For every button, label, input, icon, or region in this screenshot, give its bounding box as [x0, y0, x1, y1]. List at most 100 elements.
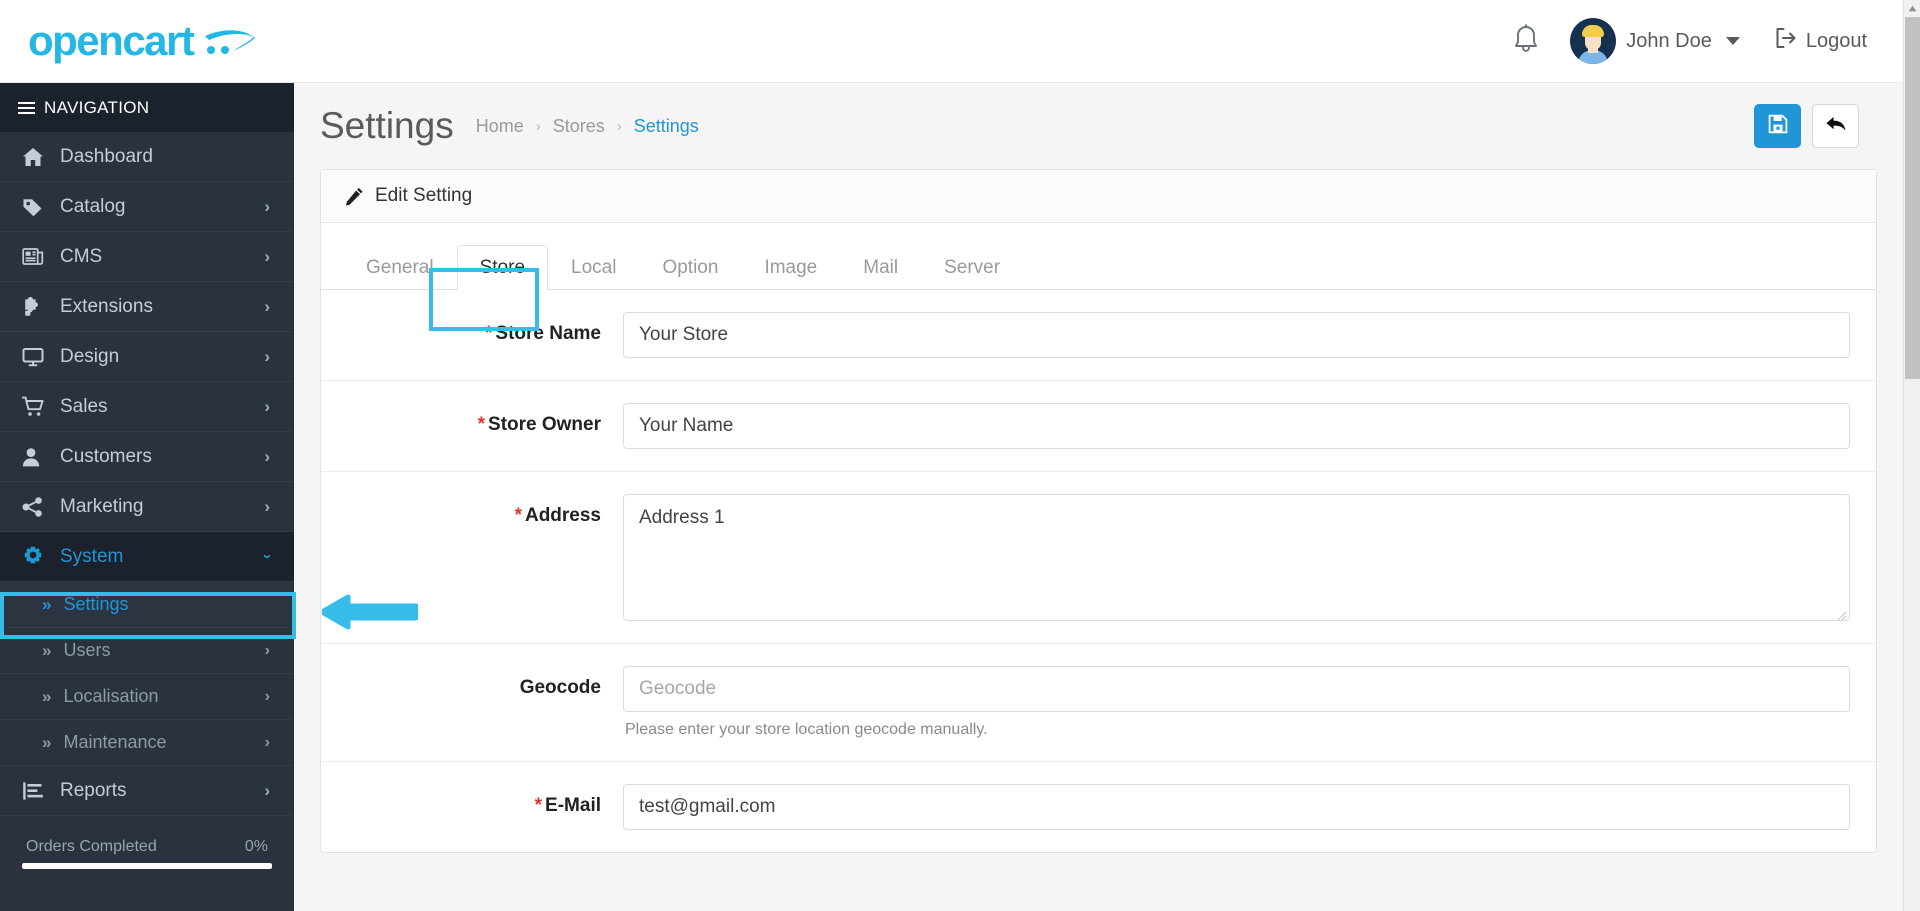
logout-label: Logout — [1805, 29, 1867, 52]
required-asterisk: * — [477, 413, 486, 435]
chevron-right-icon: › — [264, 733, 270, 751]
sidebar-item-settings[interactable]: » Settings — [0, 582, 294, 628]
label-store-name: * Store Name — [321, 312, 623, 345]
sidebar-item-users[interactable]: » Users › — [0, 628, 294, 674]
back-button[interactable] — [1812, 104, 1859, 148]
orders-completed-value: 0% — [244, 838, 268, 855]
angles-right-icon: » — [42, 732, 52, 752]
store-owner-input[interactable]: Your Name — [623, 402, 1850, 449]
chevron-right-icon: › — [264, 196, 270, 216]
sidebar-item-sales[interactable]: Sales › — [0, 382, 294, 432]
gear-icon — [22, 546, 52, 568]
label-text: E-Mail — [545, 794, 601, 816]
user-name-label: John Doe — [1626, 29, 1712, 52]
logo-wordmark: opencart — [28, 17, 195, 64]
chevron-right-icon: › — [264, 446, 270, 466]
sidebar-item-system[interactable]: System › — [0, 532, 294, 582]
breadcrumb-separator-icon: › — [535, 117, 541, 135]
email-input[interactable]: test@gmail.com — [623, 783, 1850, 830]
address-textarea[interactable]: Address 1 — [623, 493, 1850, 621]
breadcrumb-item-settings[interactable]: Settings — [634, 116, 699, 137]
page-scrollbar[interactable] — [1903, 0, 1920, 911]
avatar — [1570, 18, 1617, 64]
chart-bar-icon — [22, 781, 52, 801]
logout-button[interactable]: Logout — [1774, 27, 1867, 55]
sidebar-item-label: Catalog — [60, 195, 126, 217]
chevron-down-icon — [1725, 37, 1740, 45]
save-button[interactable] — [1754, 104, 1801, 148]
navigation-title: NAVIGATION — [44, 97, 150, 117]
form-row-store-owner: * Store Owner Your Name — [321, 381, 1876, 472]
sidebar-item-reports[interactable]: Reports › — [0, 766, 294, 816]
sidebar-item-label: Marketing — [60, 495, 144, 517]
store-name-input[interactable]: Your Store — [623, 311, 1850, 358]
breadcrumb-item-stores[interactable]: Stores — [553, 116, 605, 137]
tab-mail[interactable]: Mail — [840, 245, 921, 290]
sidebar-item-marketing[interactable]: Marketing › — [0, 482, 294, 532]
share-nodes-icon — [22, 496, 52, 517]
panel-header: Edit Setting — [321, 170, 1876, 223]
sidebar-item-label: Extensions — [60, 295, 153, 317]
label-store-owner: * Store Owner — [321, 403, 623, 436]
label-text: Address — [524, 504, 601, 526]
scrollbar-thumb[interactable] — [1905, 17, 1920, 379]
geocode-input[interactable]: Geocode — [623, 665, 1850, 712]
opencart-logo[interactable]: opencart — [28, 20, 259, 62]
sidebar-item-label: System — [60, 545, 124, 567]
tab-local[interactable]: Local — [548, 245, 639, 290]
tab-image[interactable]: Image — [741, 245, 840, 290]
label-geocode: Geocode — [321, 666, 623, 699]
navigation-header[interactable]: NAVIGATION — [0, 83, 294, 132]
chevron-right-icon: › — [264, 496, 270, 516]
tag-icon — [22, 197, 52, 217]
panel-heading: Edit Setting — [375, 185, 473, 206]
sidebar-item-dashboard[interactable]: Dashboard — [0, 132, 294, 182]
edit-setting-panel: Edit Setting General Store Local Option … — [320, 169, 1877, 853]
tab-store[interactable]: Store — [456, 245, 549, 290]
top-header-bar: opencart John Doe Logout — [0, 0, 1903, 83]
form-row-geocode: Geocode Geocode Please enter your store … — [321, 644, 1876, 762]
chevron-right-icon: › — [264, 641, 270, 659]
notifications-button[interactable] — [1500, 15, 1552, 67]
chevron-right-icon: › — [264, 396, 270, 416]
label-text: Store Name — [495, 322, 601, 344]
tab-server[interactable]: Server — [921, 245, 1023, 290]
bell-icon — [1513, 23, 1539, 59]
breadcrumb-item-home[interactable]: Home — [476, 116, 524, 137]
sidebar-item-design[interactable]: Design › — [0, 332, 294, 382]
tab-general[interactable]: General — [343, 245, 457, 290]
address-textarea-value: Address 1 — [639, 506, 725, 528]
sidebar-item-customers[interactable]: Customers › — [0, 432, 294, 482]
floppy-disk-save-icon — [1767, 113, 1789, 140]
sidebar-item-localisation[interactable]: » Localisation › — [0, 674, 294, 720]
pencil-icon — [345, 187, 364, 206]
sidebar-item-maintenance[interactable]: » Maintenance › — [0, 720, 294, 766]
orders-completed-widget: Orders Completed 0% — [22, 838, 272, 869]
user-menu[interactable]: John Doe — [1570, 18, 1740, 64]
field-store-name: Your Store — [623, 311, 1850, 358]
chevron-right-icon: › — [264, 246, 270, 266]
label-email: * E-Mail — [321, 784, 623, 817]
resize-grip-icon[interactable] — [1834, 605, 1847, 620]
required-asterisk: * — [534, 794, 543, 816]
desktop-icon — [22, 347, 52, 367]
sidebar-item-cms[interactable]: CMS › — [0, 232, 294, 282]
angles-right-icon: » — [42, 594, 52, 614]
sidebar-item-catalog[interactable]: Catalog › — [0, 182, 294, 232]
orders-completed-progressbar — [22, 863, 272, 869]
page-title: Settings — [320, 105, 454, 146]
required-asterisk: * — [514, 504, 522, 526]
angles-right-icon: » — [42, 686, 52, 706]
sidebar-subitem-label: Users — [63, 640, 111, 660]
orders-completed-label: Orders Completed — [26, 838, 157, 855]
scroll-up-arrow-icon[interactable] — [1904, 0, 1920, 17]
label-text: Geocode — [519, 676, 601, 698]
logout-icon — [1774, 27, 1798, 55]
tab-option[interactable]: Option — [639, 245, 741, 290]
puzzle-piece-icon — [22, 296, 52, 317]
field-geocode: Geocode Please enter your store location… — [623, 665, 1850, 739]
label-text: Store Owner — [488, 413, 601, 435]
sidebar-item-extensions[interactable]: Extensions › — [0, 282, 294, 332]
orders-completed-progress-fill — [22, 863, 272, 869]
breadcrumb: Home › Stores › Settings — [476, 116, 699, 137]
